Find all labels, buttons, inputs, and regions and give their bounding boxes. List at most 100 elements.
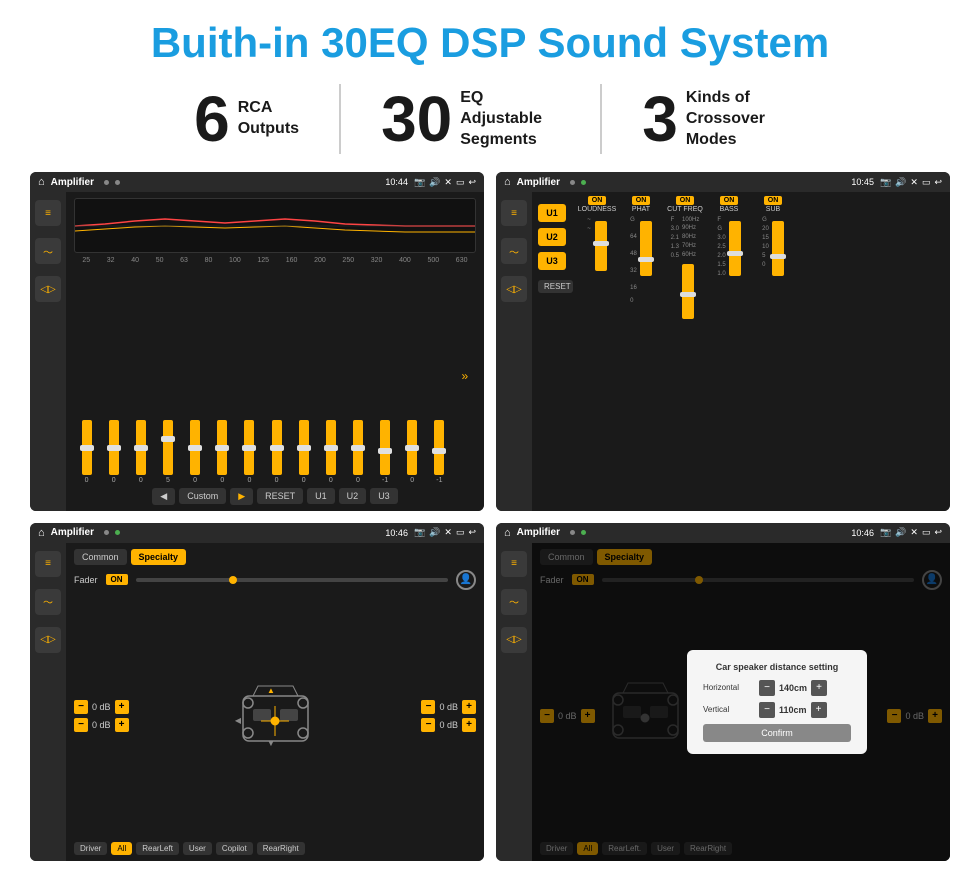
fader-btn-3[interactable]: ◁▷	[35, 627, 61, 653]
btn-all[interactable]: All	[111, 842, 132, 855]
slider-5: 0	[190, 420, 200, 484]
bass-on[interactable]: ON	[720, 196, 739, 205]
vol-row-3: − 0 dB +	[421, 700, 476, 714]
tab-specialty[interactable]: Specialty	[131, 549, 187, 565]
fader-app-name: Amplifier	[51, 527, 94, 538]
sub-slider[interactable]	[772, 221, 784, 276]
btn-rearright[interactable]: RearRight	[257, 842, 305, 855]
vol-minus-2[interactable]: −	[74, 718, 88, 732]
ctrl-cutfreq: ON CUT FREQ F3.02.11.30.5 100Hz	[665, 196, 705, 319]
btn-user[interactable]: User	[183, 842, 212, 855]
u2-btn[interactable]: U2	[538, 228, 566, 246]
eq-u3[interactable]: U3	[370, 488, 398, 504]
ctrl-phat: ON PHAT G644832160	[621, 196, 661, 319]
slider-6: 0	[217, 420, 227, 484]
vertical-plus[interactable]: +	[811, 702, 827, 718]
dialog-vertical-row: Vertical − 110cm +	[703, 702, 851, 718]
fader-control-row: Fader ON 👤	[74, 570, 476, 590]
distance-side-panel: ≡ 〜 ◁▷	[496, 543, 532, 861]
status-icons-1: 📷 🔊 ✕ ▭ ↩	[414, 177, 476, 188]
btn-driver[interactable]: Driver	[74, 842, 107, 855]
arrow-right[interactable]: »	[462, 369, 469, 383]
dist-btn-2[interactable]: 〜	[501, 589, 527, 615]
fader-screen-content: ≡ 〜 ◁▷ Common Specialty Fader ON	[30, 543, 484, 861]
vertical-label: Vertical	[703, 705, 753, 714]
dot-6	[115, 530, 120, 535]
battery-icon-4: ▭	[922, 527, 931, 538]
tab-common[interactable]: Common	[74, 549, 127, 565]
vol-minus-1[interactable]: −	[74, 700, 88, 714]
eq-btn-3[interactable]: ◁▷	[35, 276, 61, 302]
btn-rearleft[interactable]: RearLeft	[136, 842, 179, 855]
fader-on-badge[interactable]: ON	[106, 574, 128, 585]
horizontal-minus[interactable]: −	[759, 680, 775, 696]
dist-btn-1[interactable]: ≡	[501, 551, 527, 577]
bass-slider[interactable]	[729, 221, 741, 276]
vol-val-4: 0 dB	[439, 720, 458, 730]
svg-text:◀: ◀	[234, 716, 241, 725]
phat-slider[interactable]	[640, 221, 652, 276]
stat-crossover-text: Kinds ofCrossover Modes	[686, 88, 786, 150]
fader-status-bar: ⌂ Amplifier 10:46 📷 🔊 ✕ ▭ ↩	[30, 523, 484, 543]
eq-reset[interactable]: RESET	[257, 488, 303, 504]
fader-body: − 0 dB + − 0 dB +	[74, 595, 476, 837]
dot-7	[570, 530, 575, 535]
vol-minus-3[interactable]: −	[421, 700, 435, 714]
u3-btn[interactable]: U3	[538, 252, 566, 270]
vol-plus-3[interactable]: +	[462, 700, 476, 714]
vol-plus-4[interactable]: +	[462, 718, 476, 732]
back-icon-3: ↩	[468, 527, 476, 538]
eq-bottom-controls: ◀ Custom ▶ RESET U1 U2 U3	[74, 488, 476, 505]
vol-plus-2[interactable]: +	[115, 718, 129, 732]
eq-u2[interactable]: U2	[339, 488, 367, 504]
phat-on[interactable]: ON	[632, 196, 651, 205]
fader-btn-1[interactable]: ≡	[35, 551, 61, 577]
eq-app-name: Amplifier	[51, 177, 94, 188]
loudness-on[interactable]: ON	[588, 196, 607, 205]
back-icon-2: ↩	[934, 177, 942, 188]
u-buttons-group: U1 U2 U3 RESET	[538, 196, 573, 506]
eq-u1[interactable]: U1	[307, 488, 335, 504]
distance-status-bar: ⌂ Amplifier 10:46 📷 🔊 ✕ ▭ ↩	[496, 523, 950, 543]
eq-btn-1[interactable]: ≡	[35, 200, 61, 226]
vol-plus-1[interactable]: +	[115, 700, 129, 714]
freq-labels: 253240506380100125160200250320400500630	[74, 257, 476, 264]
xo-reset-btn[interactable]: RESET	[538, 280, 573, 293]
fader-btn-2[interactable]: 〜	[35, 589, 61, 615]
eq-play[interactable]: ▶	[230, 488, 253, 505]
eq-main-area: 253240506380100125160200250320400500630 …	[66, 192, 484, 510]
eq-prev[interactable]: ◀	[152, 488, 175, 505]
volume-icon-3: 🔊	[429, 527, 440, 538]
slider-3: 0	[136, 420, 146, 484]
slider-4: 5	[163, 420, 173, 484]
vol-minus-4[interactable]: −	[421, 718, 435, 732]
sub-on[interactable]: ON	[764, 196, 783, 205]
dist-btn-3[interactable]: ◁▷	[501, 627, 527, 653]
slider-2: 0	[109, 420, 119, 484]
u1-btn[interactable]: U1	[538, 204, 566, 222]
xo-btn-1[interactable]: ≡	[501, 200, 527, 226]
eq-btn-2[interactable]: 〜	[35, 238, 61, 264]
confirm-button[interactable]: Confirm	[703, 724, 851, 742]
xo-btn-3[interactable]: ◁▷	[501, 276, 527, 302]
vertical-minus[interactable]: −	[759, 702, 775, 718]
dot-2	[115, 180, 120, 185]
fader-tabs: Common Specialty	[74, 549, 476, 565]
vol-row-1: − 0 dB +	[74, 700, 129, 714]
fader-thumb[interactable]	[229, 576, 237, 584]
fader-side-panel: ≡ 〜 ◁▷	[30, 543, 66, 861]
loudness-slider[interactable]	[595, 221, 607, 271]
cutfreq-slider[interactable]	[682, 264, 694, 319]
fader-track[interactable]	[136, 578, 448, 582]
btn-copilot[interactable]: Copilot	[216, 842, 253, 855]
vol-row-2: − 0 dB +	[74, 718, 129, 732]
ctrl-sub: ON SUB G20151050	[753, 196, 793, 319]
xo-btn-2[interactable]: 〜	[501, 238, 527, 264]
horizontal-plus[interactable]: +	[811, 680, 827, 696]
cutfreq-on[interactable]: ON	[676, 196, 695, 205]
crossover-main: U1 U2 U3 RESET ON LOUDNESS	[532, 192, 950, 510]
crossover-side-panel: ≡ 〜 ◁▷	[496, 192, 532, 510]
slider-8: 0	[272, 420, 282, 484]
distance-screen-content: ≡ 〜 ◁▷ Common Specialty Fader ON	[496, 543, 950, 861]
car-svg: ▲ ▼ ◀	[233, 681, 318, 751]
